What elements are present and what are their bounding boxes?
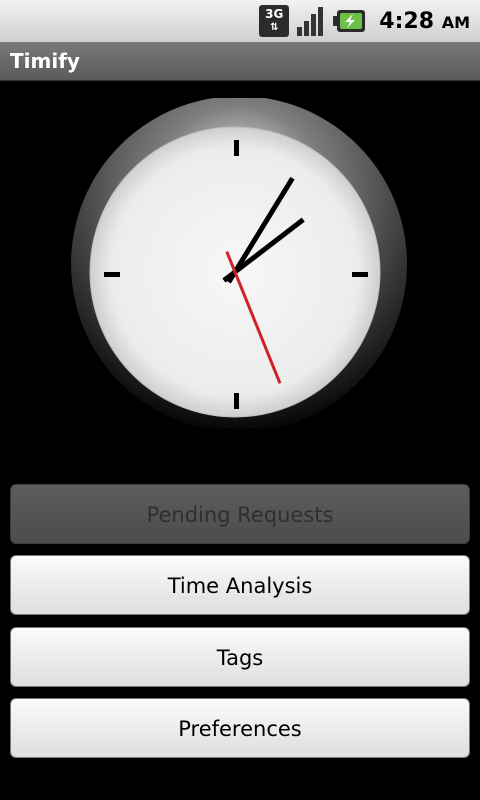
- preferences-button[interactable]: Preferences: [10, 698, 470, 758]
- pending-requests-button[interactable]: Pending Requests: [10, 484, 470, 544]
- title-bar: Timify: [0, 42, 480, 81]
- clock-tick-9: [104, 272, 120, 277]
- status-icons: 3G ⇅ 4:28 AM: [259, 3, 470, 39]
- battery-charging-icon: [333, 7, 367, 35]
- signal-strength-icon: [295, 5, 327, 37]
- status-time-value: 4:28: [379, 8, 435, 34]
- network-type-label: 3G: [265, 7, 284, 21]
- clock-tick-12: [234, 140, 239, 156]
- analog-clock: [68, 96, 410, 432]
- tags-button[interactable]: Tags: [10, 627, 470, 687]
- network-3g-icon: 3G ⇅: [259, 5, 290, 37]
- status-bar: 3G ⇅ 4:28 AM: [0, 0, 480, 42]
- app-title: Timify: [10, 49, 80, 73]
- clock-tick-6: [234, 393, 239, 409]
- status-time: 4:28 AM: [379, 9, 470, 34]
- clock-face-graphic: [71, 96, 407, 432]
- time-analysis-button[interactable]: Time Analysis: [10, 555, 470, 615]
- clock-tick-3: [352, 272, 368, 277]
- status-time-ampm: AM: [441, 12, 470, 32]
